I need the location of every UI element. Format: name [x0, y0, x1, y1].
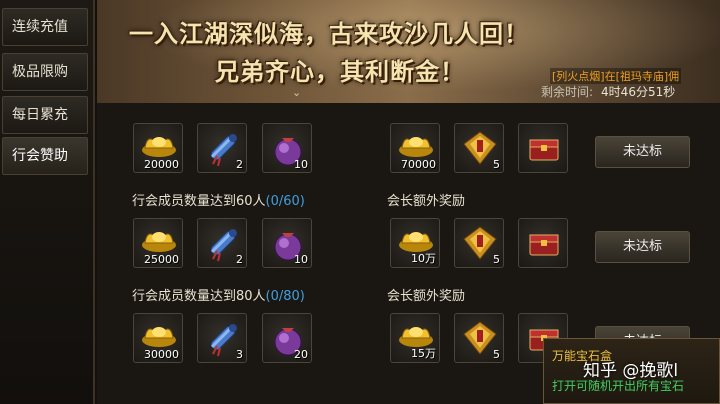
tier-progress: (0/60) [265, 194, 305, 209]
chevron-down-icon: ⌄ [292, 86, 302, 99]
item-quantity: 3 [236, 348, 243, 361]
timer-label: 剩余时间: [541, 85, 594, 99]
tier-condition: 行会成员数量达到60人 [132, 194, 266, 209]
item-quantity: 5 [493, 348, 500, 361]
claim-button[interactable]: 未达标 [595, 136, 690, 168]
item-quantity: 25000 [144, 253, 179, 266]
tab-continuous-recharge[interactable]: 连续充值 [2, 8, 88, 46]
tier-title: 行会成员数量达到60人(0/60) [132, 190, 305, 209]
item-quantity: 10 [294, 253, 308, 266]
claim-button[interactable]: 未达标 [595, 231, 690, 263]
item-quantity: 20 [294, 348, 308, 361]
reward-slot[interactable]: 10 [262, 218, 312, 268]
item-quantity: 5 [493, 158, 500, 171]
item-quantity: 10 [294, 158, 308, 171]
reward-slot[interactable]: 5 [454, 218, 504, 268]
watermark: 知乎 @挽歌l [583, 361, 679, 381]
tier-progress: (0/80) [265, 289, 305, 304]
tier-condition: 行会成员数量达到80人 [132, 289, 266, 304]
tab-premium-limited[interactable]: 极品限购 [2, 53, 88, 91]
reward-slot[interactable]: 2 [197, 218, 247, 268]
item-quantity: 70000 [401, 158, 436, 171]
reward-slot[interactable]: 20 [262, 313, 312, 363]
tier-title: 行会成员数量达到80人(0/80) [132, 285, 305, 304]
countdown-timer: 剩余时间: 4时46分51秒 [541, 83, 675, 100]
tab-daily-recharge[interactable]: 每日累充 [2, 96, 88, 134]
reward-slot[interactable]: 2 [197, 123, 247, 173]
item-quantity: 2 [236, 253, 243, 266]
reward-slot[interactable]: 70000 [390, 123, 440, 173]
item-quantity: 10万 [411, 252, 436, 265]
reward-slot[interactable]: 20000 [133, 123, 183, 173]
item-quantity: 5 [493, 253, 500, 266]
reward-slot[interactable]: 25000 [133, 218, 183, 268]
sidebar: 连续充值 极品限购 每日累充 行会赞助 [0, 0, 95, 404]
reward-slot[interactable]: 10万 [390, 218, 440, 268]
item-quantity: 30000 [144, 348, 179, 361]
reward-slot[interactable]: 5 [454, 123, 504, 173]
system-notice: [列火点烟]在[祖玛寺庙]佣 [550, 68, 682, 84]
item-quantity: 20000 [144, 158, 179, 171]
bonus-title: 会长额外奖励 [387, 289, 466, 304]
reward-slot[interactable]: 15万 [390, 313, 440, 363]
reward-slot[interactable]: 30000 [133, 313, 183, 363]
reward-slot[interactable]: 3 [197, 313, 247, 363]
reward-slot[interactable]: 5 [454, 313, 504, 363]
banner-slogan-line1: 一入江湖深似海，古来攻沙几人回！ [129, 19, 529, 48]
reward-slot[interactable] [518, 123, 568, 173]
reward-slot[interactable] [518, 218, 568, 268]
item-quantity: 15万 [411, 347, 436, 360]
tab-guild-sponsorship[interactable]: 行会赞助 [2, 137, 88, 175]
banner-slogan-line2: 兄弟齐心，其利断金！ [215, 57, 465, 86]
item-quantity: 2 [236, 158, 243, 171]
timer-value: 4时46分51秒 [601, 85, 676, 99]
banner: 一入江湖深似海，古来攻沙几人回！ 兄弟齐心，其利断金！ [列火点烟]在[祖玛寺庙… [97, 0, 720, 103]
bonus-title: 会长额外奖励 [387, 194, 466, 209]
reward-slot[interactable]: 10 [262, 123, 312, 173]
